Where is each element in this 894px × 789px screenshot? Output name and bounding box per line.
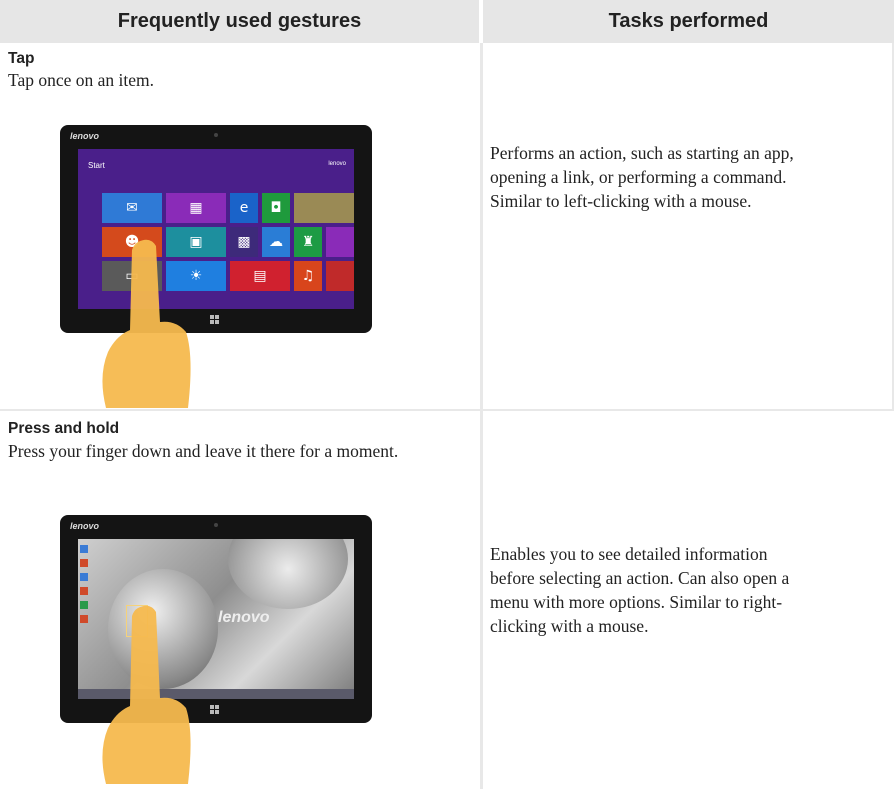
gesture-name-tap: Tap (8, 50, 35, 67)
task-description-press-and-hold: Enables you to see detailed information … (490, 544, 790, 636)
gesture-name-press-and-hold: Press and hold (8, 420, 120, 437)
task-description-tap: Performs an action, such as starting an … (490, 143, 794, 211)
row-divider (0, 409, 894, 411)
start-label: Start (88, 161, 105, 170)
header-gestures: Frequently used gestures (0, 0, 479, 43)
camera-icon (214, 523, 218, 527)
finger-tap-icon (102, 239, 191, 408)
news-tile-icon: ▤ (230, 261, 290, 291)
desktop-icon (80, 587, 88, 595)
camera-icon (214, 133, 218, 137)
internet-explorer-tile-icon: e (230, 193, 258, 223)
desktop-icon (80, 601, 88, 609)
skydrive-tile-icon: ☁ (262, 227, 290, 257)
finger-press-hold-icon (102, 605, 191, 784)
desktop-icon-column (80, 545, 90, 685)
video-tile-icon (326, 261, 354, 291)
wallpaper-shape (228, 539, 348, 609)
user-label: lenovo (328, 161, 346, 167)
header-tasks: Tasks performed (483, 0, 894, 43)
desktop-icon (80, 559, 88, 567)
music-tile-icon: ♫ (294, 261, 322, 291)
desktop-icon (80, 615, 88, 623)
travel-tile-icon (294, 193, 354, 223)
xbox-tile-icon: ♜ (294, 227, 322, 257)
calendar-tile-icon: ▦ (166, 193, 226, 223)
wallpaper-logo: lenovo (218, 609, 270, 626)
windows-button-icon (210, 315, 220, 325)
reader-tile-icon (326, 227, 354, 257)
gesture-description-press-and-hold: Press your finger down and leave it ther… (8, 441, 399, 461)
windows-button-icon (210, 705, 220, 715)
desktop-icon (80, 573, 88, 581)
tablet-brand-logo: lenovo (70, 521, 100, 531)
tablet-brand-logo: lenovo (70, 131, 100, 141)
column-divider (480, 43, 483, 789)
desktop-icon (80, 545, 88, 553)
games-tile-icon: ▩ (230, 227, 258, 257)
mail-tile-icon: ✉ (102, 193, 162, 223)
store-tile-icon: ◘ (262, 193, 290, 223)
gesture-description-tap: Tap once on an item. (8, 70, 155, 90)
